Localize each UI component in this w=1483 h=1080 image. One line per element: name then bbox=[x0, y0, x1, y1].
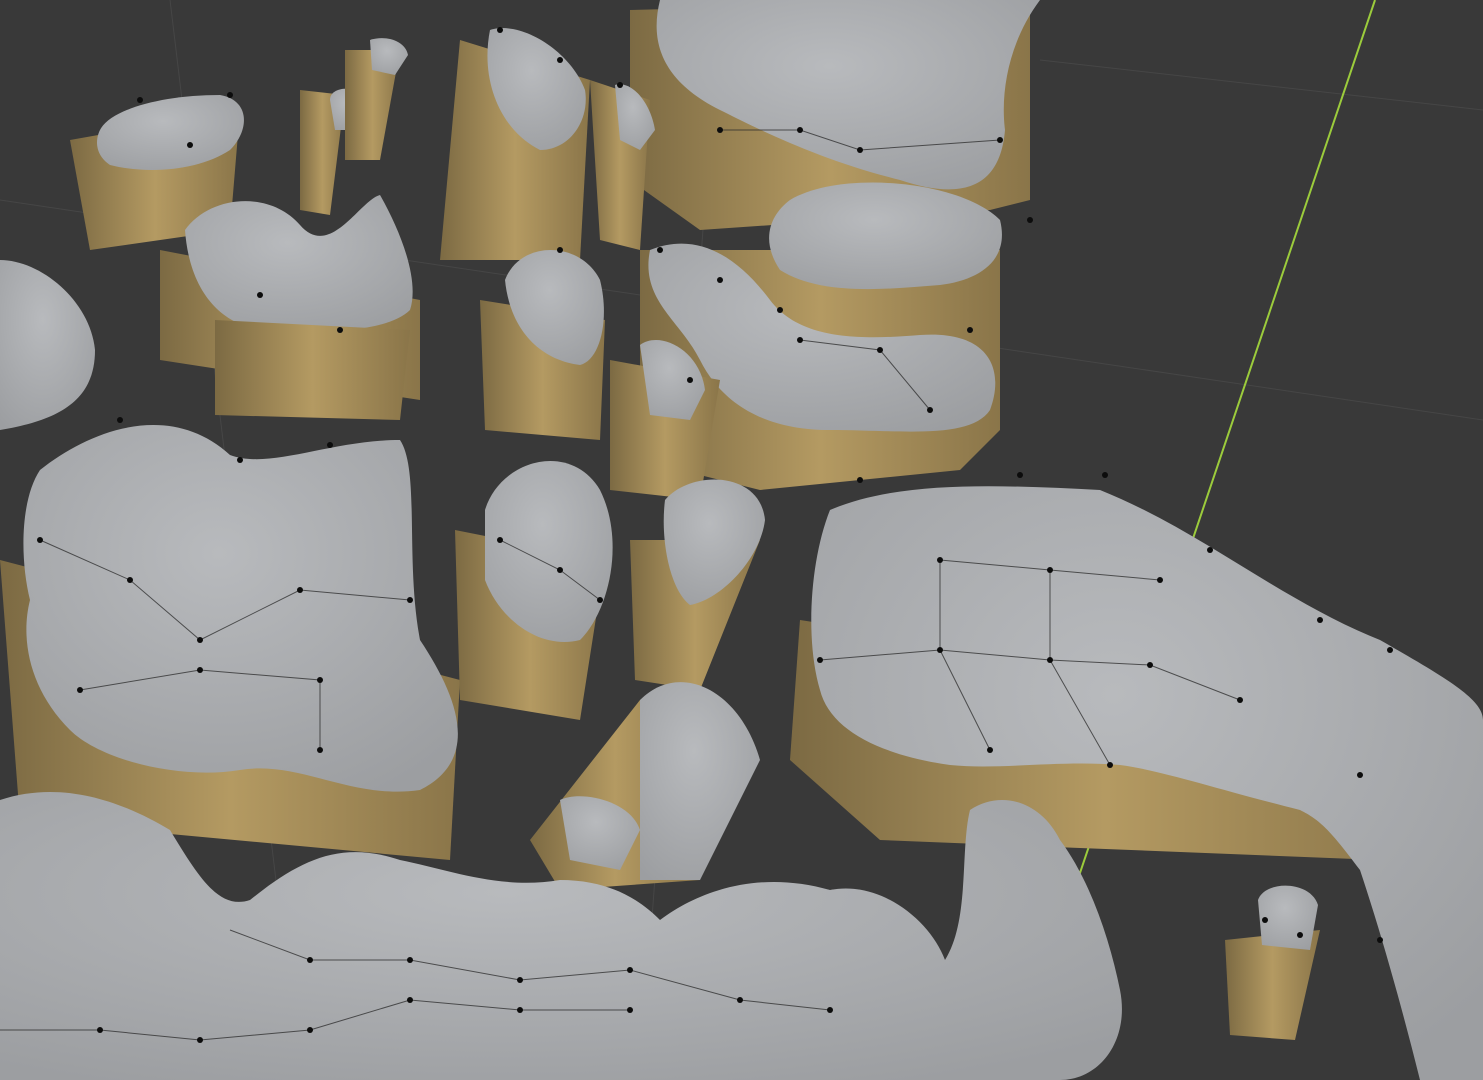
mesh-island[interactable] bbox=[1225, 885, 1320, 1040]
mesh-object[interactable] bbox=[0, 0, 1483, 1080]
mesh-island[interactable] bbox=[0, 260, 95, 430]
mesh-island[interactable] bbox=[480, 250, 605, 440]
mesh-island[interactable] bbox=[440, 28, 655, 260]
mesh-island[interactable] bbox=[300, 38, 408, 215]
mesh-island[interactable] bbox=[160, 195, 420, 420]
3d-viewport[interactable] bbox=[0, 0, 1483, 1080]
mesh-island[interactable] bbox=[455, 461, 613, 720]
mesh-island[interactable] bbox=[630, 479, 765, 690]
